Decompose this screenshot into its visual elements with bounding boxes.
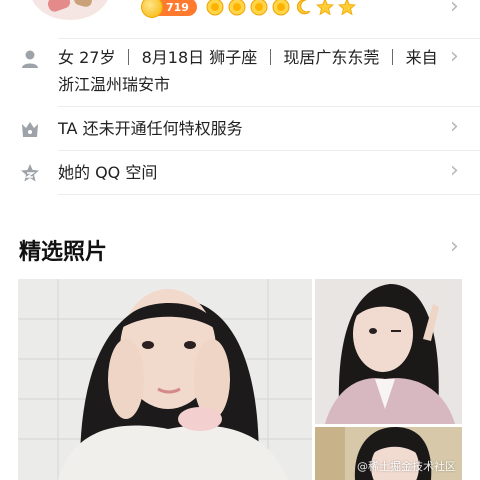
privilege-row[interactable]: TA 还未开通任何特权服务 › <box>0 114 480 144</box>
qzone-row[interactable]: 她的 QQ 空间 › <box>0 158 480 188</box>
sun-icon <box>227 0 247 17</box>
chevron-right-icon: › <box>450 114 459 139</box>
chevron-right-icon[interactable]: › <box>450 234 459 259</box>
sun-icon <box>271 0 291 17</box>
chevron-right-icon[interactable]: › <box>450 0 459 19</box>
star-icon <box>337 0 357 17</box>
profile-info-line2: 浙江温州瑞安市 <box>58 75 171 94</box>
watermark: @稀土掘金技术社区 <box>357 460 456 473</box>
chevron-right-icon: › <box>450 158 459 183</box>
profile-header: 719 › <box>0 0 480 30</box>
featured-photos-title: 精选照片 <box>19 240 108 265</box>
divider <box>58 38 480 39</box>
divider <box>58 150 480 151</box>
moon-icon <box>293 0 313 17</box>
profile-info-row[interactable]: 女 27岁 ｜ 8月18日 狮子座 ｜ 现居广东东莞 ｜ 来自 浙江温州瑞安市 … <box>0 44 480 104</box>
coin-icon <box>141 0 163 18</box>
featured-photo-main[interactable] <box>18 279 312 480</box>
level-badge[interactable]: 719 <box>141 0 197 18</box>
star-icon <box>315 0 335 17</box>
avatar[interactable] <box>28 0 112 22</box>
person-icon <box>20 49 40 69</box>
featured-photo-3[interactable]: @稀土掘金技术社区 <box>315 427 462 480</box>
profile-info-text: 女 27岁 ｜ 8月18日 狮子座 ｜ 现居广东东莞 ｜ 来自 浙江温州瑞安市 <box>58 44 438 98</box>
level-icons[interactable] <box>205 0 357 17</box>
privilege-text: TA 还未开通任何特权服务 <box>58 119 243 138</box>
qzone-text: 她的 QQ 空间 <box>58 163 158 182</box>
chevron-right-icon: › <box>450 44 459 69</box>
divider <box>58 106 480 107</box>
level-number: 719 <box>166 0 189 14</box>
crown-icon <box>20 120 40 140</box>
sun-icon <box>249 0 269 17</box>
qzone-star-icon <box>20 163 40 183</box>
profile-info-line1: 女 27岁 ｜ 8月18日 狮子座 ｜ 现居广东东莞 ｜ 来自 <box>58 48 438 67</box>
divider <box>58 194 480 195</box>
featured-photo-2[interactable] <box>315 279 462 424</box>
sun-icon <box>205 0 225 17</box>
